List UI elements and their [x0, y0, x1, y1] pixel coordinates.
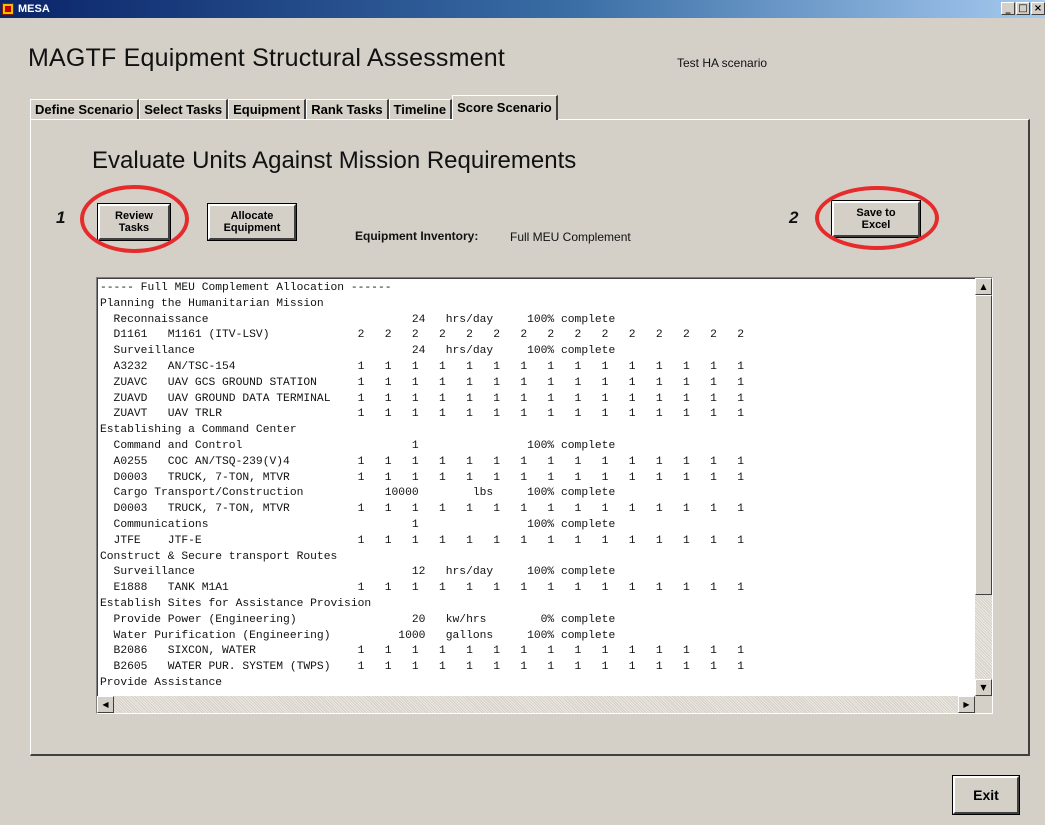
- tab-select-tasks[interactable]: Select Tasks: [139, 99, 229, 120]
- callout-1: 1: [56, 208, 66, 227]
- report-line: Cargo Transport/Construction 10000 lbs 1…: [100, 487, 616, 500]
- report-line: B2086 SIXCON, WATER 1 1 1 1 1 1 1 1 1 1 …: [100, 645, 745, 658]
- report-line: ----- Full MEU Complement Allocation ---…: [100, 282, 392, 294]
- vertical-scroll-thumb[interactable]: [975, 295, 992, 595]
- report-line: A0255 COC AN/TSQ-239(V)4 1 1 1 1 1 1 1 1…: [100, 455, 745, 468]
- tab-define-scenario[interactable]: Define Scenario: [30, 99, 140, 120]
- review-tasks-label: Review Tasks: [115, 210, 153, 234]
- report-line: JTFE JTF-E 1 1 1 1 1 1 1 1 1 1 1 1 1 1 1: [100, 534, 745, 547]
- inventory-label: Equipment Inventory:: [355, 229, 479, 243]
- horizontal-scrollbar[interactable]: ◀ ▶: [97, 696, 975, 713]
- report-line: Water Purification (Engineering) 1000 ga…: [100, 629, 616, 642]
- report-line: Command and Control 1 100% complete: [100, 439, 616, 452]
- report-line: B2605 WATER PUR. SYSTEM (TWPS) 1 1 1 1 1…: [100, 661, 745, 674]
- tab-timeline[interactable]: Timeline: [388, 99, 453, 120]
- scroll-right-button[interactable]: ▶: [958, 696, 975, 713]
- report-line: Establish Sites for Assistance Provision: [100, 597, 372, 610]
- save-to-excel-label: Save to Excel: [856, 207, 896, 231]
- report-line: ZUAVD UAV GROUND DATA TERMINAL 1 1 1 1 1…: [100, 392, 745, 405]
- tab-strip: Define Scenario Select Tasks Equipment R…: [30, 95, 558, 120]
- report-line: E1888 TANK M1A1 1 1 1 1 1 1 1 1 1 1 1 1 …: [100, 582, 745, 595]
- section-heading: Evaluate Units Against Mission Requireme…: [92, 147, 577, 174]
- report-line: ZUAVT UAV TRLR 1 1 1 1 1 1 1 1 1 1 1 1 1…: [100, 408, 745, 421]
- tab-score-scenario[interactable]: Score Scenario: [452, 95, 558, 120]
- window-title: MESA: [18, 3, 50, 15]
- allocate-equipment-label: Allocate Equipment: [223, 210, 281, 234]
- report-line: D0003 TRUCK, 7-TON, MTVR 1 1 1 1 1 1 1 1…: [100, 471, 745, 484]
- scenario-name: Test HA scenario: [677, 56, 768, 70]
- vertical-scrollbar[interactable]: ▲ ▼: [975, 278, 992, 696]
- allocate-equipment-button[interactable]: Allocate Equipment: [207, 203, 297, 241]
- report-line: Surveillance 24 hrs/day 100% complete: [100, 345, 616, 358]
- tab-equipment[interactable]: Equipment: [228, 99, 307, 120]
- app-title: MAGTF Equipment Structural Assessment: [28, 44, 506, 72]
- report-line: ZUAVC UAV GCS GROUND STATION 1 1 1 1 1 1…: [100, 376, 745, 389]
- scroll-up-button[interactable]: ▲: [975, 278, 992, 295]
- report-line: A3232 AN/TSC-154 1 1 1 1 1 1 1 1 1 1 1 1…: [100, 360, 745, 373]
- inventory-value: Full MEU Complement: [510, 230, 631, 244]
- report-line: D0003 TRUCK, 7-TON, MTVR 1 1 1 1 1 1 1 1…: [100, 503, 745, 516]
- report-line: Provide Assistance: [100, 676, 223, 689]
- allocation-report-textbox[interactable]: ----- Full MEU Complement Allocation ---…: [96, 277, 993, 714]
- tab-rank-tasks[interactable]: Rank Tasks: [306, 99, 389, 120]
- report-line: Provide Power (Engineering) 20 kw/hrs 0%…: [100, 613, 616, 626]
- report-line: Communications 1 100% complete: [100, 518, 616, 531]
- minimize-button[interactable]: _: [1001, 2, 1015, 15]
- report-line: Construct & Secure transport Routes: [100, 550, 338, 563]
- report-line: Surveillance 12 hrs/day 100% complete: [100, 566, 616, 579]
- report-line: Reconnaissance 24 hrs/day 100% complete: [100, 313, 616, 326]
- mesa-window: MESA _ □ × MAGTF Equipment Structural As…: [0, 0, 1045, 825]
- report-line: Planning the Humanitarian Mission: [100, 297, 324, 310]
- report-line: D1161 M1161 (ITV-LSV) 2 2 2 2 2 2 2 2 2 …: [100, 329, 745, 342]
- scrollbar-corner: [975, 696, 992, 713]
- report-line: Establishing a Command Center: [100, 424, 297, 437]
- scroll-left-button[interactable]: ◀: [97, 696, 114, 713]
- title-bar[interactable]: MESA _ □ ×: [0, 0, 1045, 18]
- review-tasks-button[interactable]: Review Tasks: [97, 203, 171, 241]
- scroll-down-button[interactable]: ▼: [975, 679, 992, 696]
- callout-2: 2: [789, 208, 799, 227]
- app-icon: [2, 3, 14, 15]
- allocation-report-text: ----- Full MEU Complement Allocation ---…: [100, 281, 974, 695]
- close-button[interactable]: ×: [1031, 2, 1045, 15]
- maximize-button[interactable]: □: [1016, 2, 1030, 15]
- window-controls: _ □ ×: [1000, 2, 1045, 16]
- exit-button[interactable]: Exit: [952, 775, 1020, 815]
- save-to-excel-button[interactable]: Save to Excel: [831, 200, 921, 238]
